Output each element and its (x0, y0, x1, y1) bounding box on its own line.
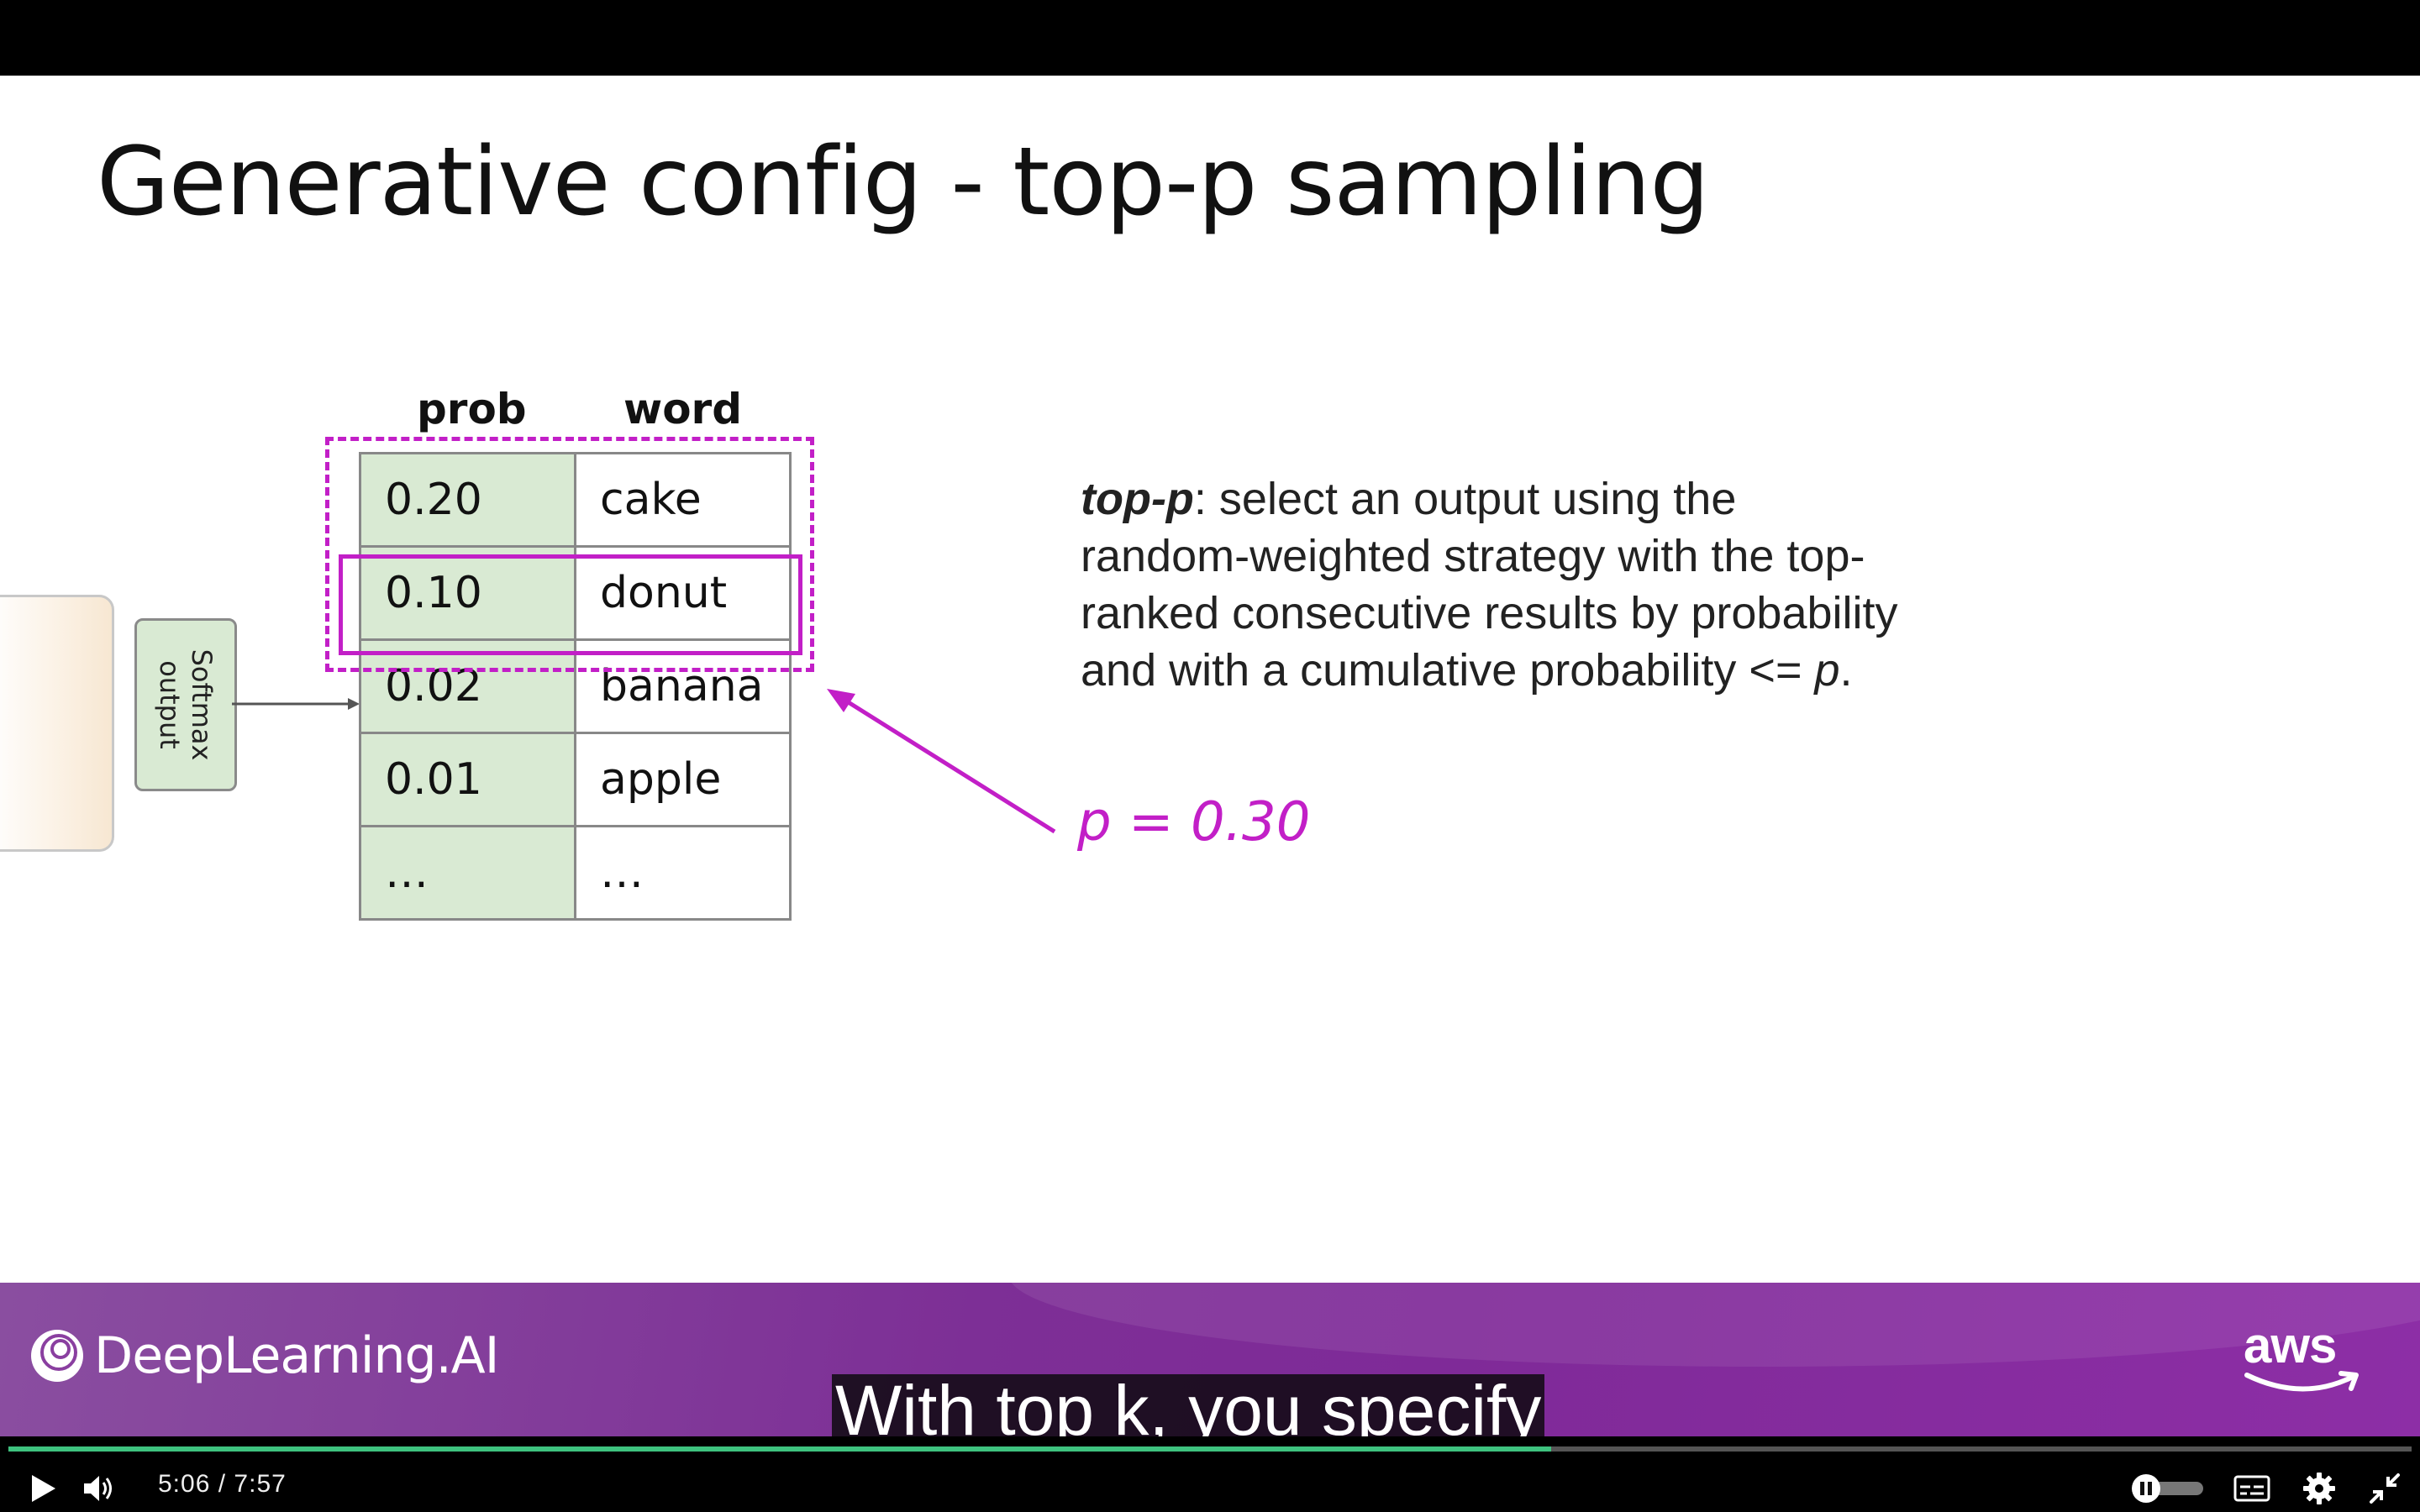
slide-title: Generative config - top-p sampling (97, 128, 1710, 237)
play-icon[interactable] (25, 1472, 59, 1505)
softmax-output-box: Softmax output (134, 618, 237, 791)
time-separator: / (218, 1470, 227, 1498)
aws-wordmark: aws (2244, 1317, 2337, 1373)
model-block (0, 595, 114, 852)
softmax-output-label: Softmax output (154, 648, 218, 761)
softmax-arrowhead (348, 698, 360, 710)
brand-name: DeepLearning.AI (94, 1326, 499, 1385)
footer-wave (1008, 1283, 2420, 1367)
word-cell: apple (574, 732, 792, 827)
column-header-word: word (623, 385, 742, 433)
p-value-arrow (839, 695, 1056, 834)
column-header-prob: prob (417, 385, 527, 433)
aws-smile-icon (2244, 1371, 2359, 1392)
duration: 7:57 (234, 1470, 287, 1498)
top-letterbox (0, 0, 2420, 76)
prob-cell: … (359, 825, 576, 921)
table-row: 0.01 apple (359, 732, 792, 827)
description-text: : select an output using the random-weig… (1081, 474, 1898, 696)
current-time: 5:06 (158, 1470, 211, 1498)
settings-icon[interactable] (2302, 1472, 2336, 1505)
time-display: 5:06 / 7:57 (158, 1470, 287, 1499)
prob-cell: 0.01 (359, 732, 576, 827)
top-p-description: top-p: select an output using the random… (1081, 470, 1904, 699)
progress-fill (8, 1446, 1552, 1452)
description-end: . (1839, 645, 1853, 696)
volume-icon[interactable] (82, 1472, 116, 1505)
exit-fullscreen-icon[interactable] (2368, 1472, 2402, 1505)
table-row: …… (359, 825, 792, 921)
deeplearning-ai-logo: DeepLearning.AI (29, 1326, 499, 1385)
word-cell: … (574, 825, 792, 921)
p-value-label: p = 0.30 (1077, 791, 1311, 853)
progress-bar[interactable] (8, 1446, 2412, 1452)
video-controls: 5:06 / 7:57 (0, 1436, 2420, 1512)
aws-logo: aws (2244, 1316, 2361, 1400)
description-term: top-p (1081, 474, 1194, 524)
captions-icon[interactable] (2233, 1472, 2270, 1505)
p-value-arrowhead (827, 689, 855, 712)
slide: Generative config - top-p sampling Softm… (0, 76, 2420, 1283)
pause-toggle-icon[interactable] (2131, 1473, 2205, 1504)
deeplearning-logo-icon (31, 1330, 83, 1382)
selected-row-highlight (339, 554, 802, 655)
description-variable: p (1814, 645, 1840, 696)
